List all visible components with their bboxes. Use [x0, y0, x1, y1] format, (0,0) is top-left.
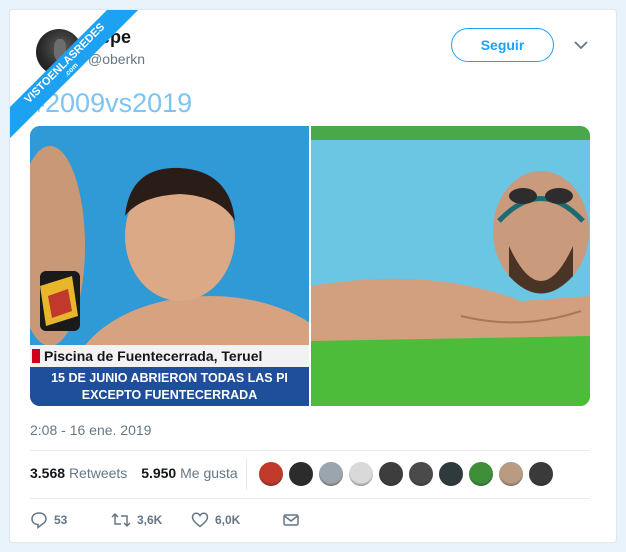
envelope-icon — [283, 514, 299, 526]
likers-avatars — [258, 461, 558, 487]
man-in-pool-illustration — [311, 126, 590, 406]
tweet-timestamp[interactable]: 2:08 - 16 ene. 2019 — [30, 422, 151, 438]
divider — [30, 498, 590, 499]
media-photo-right[interactable] — [311, 126, 590, 406]
caption-news: 15 DE JUNIO ABRIERON TODAS LAS PI EXCEPT… — [30, 367, 309, 406]
liker-avatar[interactable] — [318, 461, 344, 487]
retweets-stat[interactable]: 3.568 Retweets — [30, 465, 127, 481]
heart-icon — [191, 512, 209, 528]
retweet-count: 3,6K — [137, 513, 163, 527]
reply-action[interactable]: 53 — [30, 511, 68, 530]
caption-news-line2: EXCEPTO FUENTECERRADA — [81, 388, 258, 402]
liker-avatar[interactable] — [408, 461, 434, 487]
follow-button[interactable]: Seguir — [451, 28, 554, 62]
media-photo-left[interactable]: Piscina de Fuentecerrada, Teruel 15 DE J… — [30, 126, 309, 406]
liker-avatar[interactable] — [288, 461, 314, 487]
likes-label: Me gusta — [180, 465, 238, 481]
liker-avatar[interactable] — [438, 461, 464, 487]
liker-avatar[interactable] — [258, 461, 284, 487]
caption-news-line1: 15 DE JUNIO ABRIERON TODAS LAS PI — [51, 371, 288, 385]
retweet-icon — [111, 512, 131, 528]
divider — [30, 450, 590, 451]
caption-location: Piscina de Fuentecerrada, Teruel — [30, 345, 309, 367]
liker-avatar[interactable] — [498, 461, 524, 487]
stats-separator — [246, 458, 247, 490]
liker-avatar[interactable] — [528, 461, 554, 487]
reply-count: 53 — [54, 513, 68, 527]
chevron-down-icon[interactable] — [574, 40, 588, 50]
liker-avatar[interactable] — [468, 461, 494, 487]
tweet-card: VISTOENLASREDES .com Pepe @oberkn Seguir… — [9, 9, 617, 543]
tweet-media[interactable]: Piscina de Fuentecerrada, Teruel 15 DE J… — [30, 126, 590, 406]
reply-icon — [31, 512, 47, 530]
retweets-count: 3.568 — [30, 465, 66, 481]
liker-avatar[interactable] — [378, 461, 404, 487]
like-action[interactable]: 6,0K — [191, 511, 240, 529]
boy-in-pool-illustration — [30, 126, 309, 406]
author-handle[interactable]: @oberkn — [88, 51, 145, 67]
likes-stat[interactable]: 5.950 Me gusta — [141, 465, 238, 481]
likes-count: 5.950 — [141, 465, 177, 481]
retweets-label: Retweets — [68, 465, 128, 481]
message-action[interactable] — [282, 511, 300, 529]
tweet-stats: 3.568 Retweets 5.950 Me gusta — [30, 465, 238, 481]
liker-avatar[interactable] — [348, 461, 374, 487]
like-count: 6,0K — [215, 513, 241, 527]
retweet-action[interactable]: 3,6K — [111, 511, 162, 529]
